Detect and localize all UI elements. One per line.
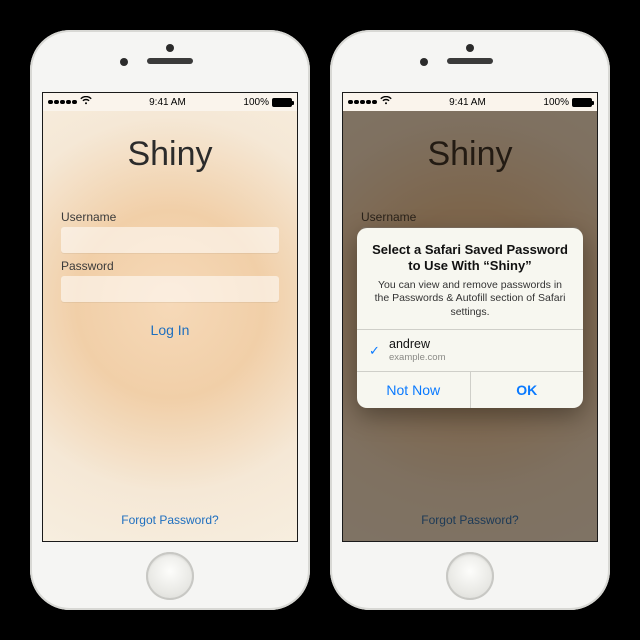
phone-left: 9:41 AM 100% Shiny Username Password Log… xyxy=(30,30,310,610)
screen: 9:41 AM 100% Shiny Username Password Log… xyxy=(42,92,298,542)
signal-dots-icon xyxy=(348,100,377,105)
safari-password-alert: Select a Safari Saved Password to Use Wi… xyxy=(357,228,583,408)
checkmark-icon: ✓ xyxy=(369,343,381,359)
ear-speaker xyxy=(447,58,493,64)
password-input[interactable] xyxy=(61,276,279,302)
alert-title: Select a Safari Saved Password to Use Wi… xyxy=(371,242,569,275)
home-button[interactable] xyxy=(446,552,494,600)
battery-icon xyxy=(272,98,292,107)
signal-dots-icon xyxy=(48,100,77,105)
proximity-sensor xyxy=(166,44,174,52)
password-label: Password xyxy=(61,259,279,273)
proximity-sensor xyxy=(466,44,474,52)
forgot-password-link[interactable]: Forgot Password? xyxy=(61,513,279,533)
credential-row[interactable]: ✓ andrew example.com xyxy=(357,329,583,371)
username-label: Username xyxy=(61,210,279,224)
login-button[interactable]: Log In xyxy=(61,322,279,338)
status-bar: 9:41 AM 100% xyxy=(43,93,297,111)
battery-percent: 100% xyxy=(543,97,569,108)
home-button[interactable] xyxy=(146,552,194,600)
not-now-button[interactable]: Not Now xyxy=(357,372,470,408)
phone-right: 9:41 AM 100% Shiny Username Password Log… xyxy=(330,30,610,610)
credential-domain: example.com xyxy=(389,352,446,363)
status-time: 9:41 AM xyxy=(449,97,486,108)
alert-message: You can view and remove passwords in the… xyxy=(371,279,569,320)
battery-icon xyxy=(572,98,592,107)
wifi-icon xyxy=(380,96,392,108)
status-bar: 9:41 AM 100% xyxy=(343,93,597,111)
app-title: Shiny xyxy=(61,135,279,174)
front-camera xyxy=(420,58,428,66)
username-input[interactable] xyxy=(61,227,279,253)
credential-username: andrew xyxy=(389,338,446,352)
battery-percent: 100% xyxy=(243,97,269,108)
ear-speaker xyxy=(147,58,193,64)
status-time: 9:41 AM xyxy=(149,97,186,108)
front-camera xyxy=(120,58,128,66)
ok-button[interactable]: OK xyxy=(470,372,584,408)
login-view: Shiny Username Password Log In Forgot Pa… xyxy=(43,111,297,541)
screen: 9:41 AM 100% Shiny Username Password Log… xyxy=(342,92,598,542)
wifi-icon xyxy=(80,96,92,108)
